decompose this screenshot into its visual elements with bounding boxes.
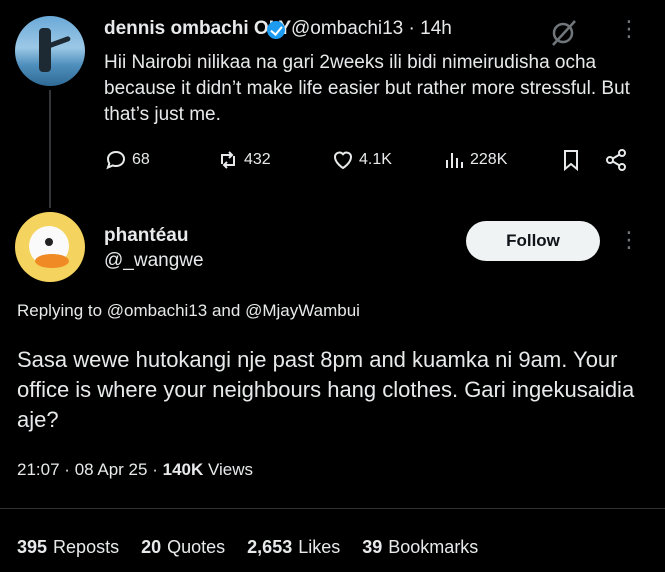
- reply-author-handle[interactable]: @_wangwe: [104, 250, 204, 272]
- author-name[interactable]: dennis ombachi OLY: [104, 18, 291, 40]
- stat-count: 20: [141, 537, 162, 557]
- grok-icon[interactable]: [548, 18, 578, 48]
- stat-count: 395: [17, 537, 48, 557]
- reply-author-name[interactable]: phantéau: [104, 225, 188, 247]
- thread-line: [49, 90, 51, 208]
- replying-prefix: Replying to: [17, 301, 103, 320]
- avatar-phanteau[interactable]: [15, 212, 85, 282]
- separator: ·: [64, 460, 70, 479]
- post-meta: 21:07 · 08 Apr 25 · 140K Views: [17, 460, 253, 480]
- replying-user-link[interactable]: @MjayWambui: [245, 301, 360, 320]
- separator: ·: [408, 18, 415, 39]
- views-count: 140K: [162, 460, 204, 479]
- views-label: Views: [207, 460, 254, 479]
- divider: [0, 508, 665, 509]
- post-date[interactable]: 08 Apr 25: [75, 460, 148, 479]
- like-count: 4.1K: [359, 151, 392, 168]
- avatar-duck-eye: [45, 238, 53, 246]
- repost-icon: [221, 151, 235, 169]
- stat-bookmarks[interactable]: 39 Bookmarks: [362, 537, 478, 558]
- stat-likes[interactable]: 2,653 Likes: [247, 537, 340, 558]
- replying-to: Replying to @ombachi13 and @MjayWambui: [17, 301, 360, 321]
- replying-and: and: [211, 301, 241, 320]
- stat-count: 39: [362, 537, 383, 557]
- post-time[interactable]: 14h: [420, 18, 452, 39]
- avatar-figure: [39, 28, 51, 72]
- tweet-text: Hii Nairobi nilikaa na gari 2weeks ili b…: [104, 52, 630, 125]
- replying-user-link[interactable]: @ombachi13: [107, 301, 207, 320]
- post-time[interactable]: 21:07: [17, 460, 60, 479]
- separator: ·: [152, 460, 158, 479]
- repost-button[interactable]: 432: [216, 148, 271, 172]
- repost-count: 432: [244, 151, 271, 168]
- reply-icon: [106, 150, 126, 170]
- share-icon: [606, 149, 626, 171]
- more-options-icon[interactable]: ⋮: [618, 229, 640, 251]
- like-icon: [333, 151, 353, 170]
- author-handle[interactable]: @ombachi13: [291, 18, 403, 39]
- reply-button[interactable]: 68: [104, 148, 150, 172]
- reply-text: Sasa wewe hutokangi nje past 8pm and kua…: [17, 347, 635, 432]
- bookmark-button[interactable]: [559, 148, 583, 172]
- tweet-actions: 68 432 4.1K 228K: [104, 146, 634, 174]
- avatar-duck-beak: [35, 254, 69, 268]
- stat-count: 2,653: [247, 537, 293, 557]
- like-button[interactable]: 4.1K: [331, 148, 392, 172]
- engagement-stats: 395 Reposts 20 Quotes 2,653 Likes 39 Bookmar…: [17, 537, 478, 558]
- more-options-icon[interactable]: ⋮: [618, 18, 640, 40]
- verified-badge-icon: [267, 21, 285, 39]
- reply-count: 68: [132, 151, 150, 168]
- stat-quotes[interactable]: 20 Quotes: [141, 537, 225, 558]
- author-handle-time[interactable]: @ombachi13 · 14h: [291, 18, 452, 40]
- views-icon: [446, 153, 463, 168]
- stat-label: Bookmarks: [388, 537, 479, 557]
- stat-label: Quotes: [167, 537, 226, 557]
- follow-button[interactable]: Follow: [466, 221, 600, 261]
- stat-label: Likes: [298, 537, 341, 557]
- bookmark-icon: [564, 150, 578, 172]
- stat-reposts[interactable]: 395 Reposts: [17, 537, 119, 558]
- views-count: 228K: [470, 151, 508, 168]
- avatar-dennis[interactable]: [15, 16, 85, 86]
- share-button[interactable]: [604, 148, 628, 172]
- views-button[interactable]: 228K: [442, 148, 507, 172]
- stat-label: Reposts: [53, 537, 120, 557]
